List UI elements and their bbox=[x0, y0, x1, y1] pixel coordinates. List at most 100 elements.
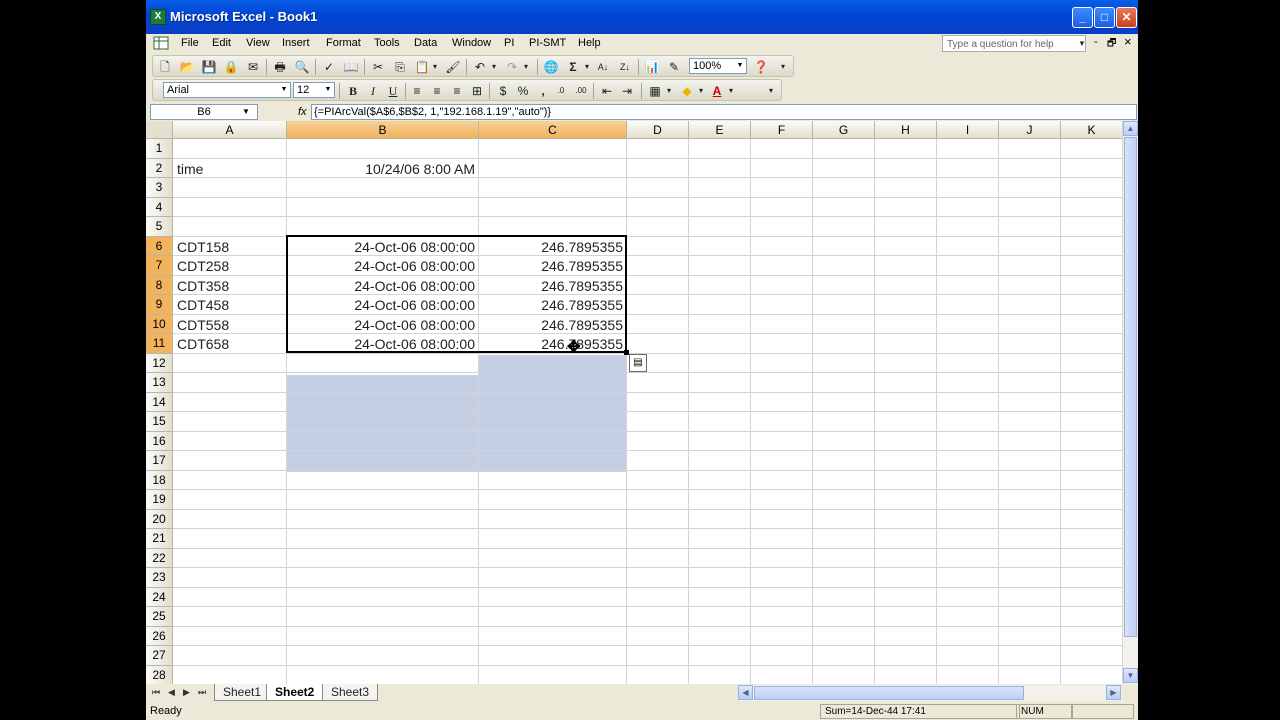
drawing-icon[interactable]: ✎ bbox=[666, 59, 682, 75]
scroll-up-icon[interactable]: ▲ bbox=[1123, 121, 1138, 136]
ask-question-input[interactable]: Type a question for help bbox=[942, 35, 1086, 52]
help-icon[interactable]: ❓ bbox=[753, 59, 769, 75]
menu-format[interactable]: Format bbox=[326, 37, 361, 49]
menu-tools[interactable]: Tools bbox=[374, 37, 400, 49]
sort-descending-icon[interactable]: Z↓ bbox=[617, 59, 633, 75]
close-button[interactable]: ✕ bbox=[1116, 7, 1137, 28]
menu-edit[interactable]: Edit bbox=[212, 37, 231, 49]
scroll-left-icon[interactable]: ◀ bbox=[738, 685, 753, 700]
cut-icon[interactable]: ✂ bbox=[370, 59, 386, 75]
increase-decimal-icon[interactable]: .0 bbox=[553, 83, 569, 99]
print-icon[interactable]: 🖶 bbox=[272, 59, 288, 75]
row-header[interactable]: 6 bbox=[146, 236, 173, 256]
row-header[interactable]: 26 bbox=[146, 626, 173, 646]
horizontal-scrollbar[interactable]: ◀ ▶ bbox=[738, 685, 1122, 701]
decrease-decimal-icon[interactable]: .00 bbox=[573, 83, 589, 99]
currency-icon[interactable]: $ bbox=[495, 83, 511, 99]
chevron-down-icon[interactable]: ▼ bbox=[242, 104, 250, 120]
menu-data[interactable]: Data bbox=[414, 37, 437, 49]
row-header[interactable]: 28 bbox=[146, 665, 173, 684]
row-header[interactable]: 3 bbox=[146, 178, 173, 198]
row-header[interactable]: 5 bbox=[146, 217, 173, 237]
row-header[interactable]: 25 bbox=[146, 607, 173, 627]
row-header[interactable]: 24 bbox=[146, 587, 173, 607]
hyperlink-icon[interactable]: 🌐 bbox=[543, 59, 559, 75]
chevron-down-icon[interactable]: ▾ bbox=[486, 59, 502, 75]
row-header[interactable]: 20 bbox=[146, 509, 173, 529]
cell-b2[interactable]: 10/24/06 8:00 AM bbox=[287, 159, 479, 178]
font-name-select[interactable]: Arial ▼ bbox=[163, 82, 291, 98]
row-header[interactable]: 18 bbox=[146, 470, 173, 490]
increase-indent-icon[interactable]: ⇥ bbox=[619, 83, 635, 99]
column-header[interactable]: C bbox=[479, 121, 627, 139]
print-preview-icon[interactable]: 🔍 bbox=[294, 59, 310, 75]
scroll-down-icon[interactable]: ▼ bbox=[1123, 668, 1138, 683]
column-header[interactable]: A bbox=[173, 121, 287, 139]
chevron-down-icon[interactable]: ▾ bbox=[579, 59, 595, 75]
copy-icon[interactable]: ⎘ bbox=[392, 59, 408, 75]
row-header[interactable]: 10 bbox=[146, 314, 173, 334]
menu-window[interactable]: Window bbox=[452, 37, 491, 49]
row-header[interactable]: 12 bbox=[146, 353, 173, 373]
tab-sheet1[interactable]: Sheet1 bbox=[214, 684, 271, 701]
menu-view[interactable]: View bbox=[246, 37, 270, 49]
percent-icon[interactable]: % bbox=[515, 83, 531, 99]
first-sheet-icon[interactable]: ⏮ bbox=[152, 687, 160, 698]
menu-help[interactable]: Help bbox=[578, 37, 601, 49]
sort-ascending-icon[interactable]: A↓ bbox=[595, 59, 611, 75]
row-header[interactable]: 22 bbox=[146, 548, 173, 568]
chevron-down-icon[interactable]: ▾ bbox=[693, 83, 709, 99]
menu-pi-smt[interactable]: PI-SMT bbox=[529, 37, 566, 49]
column-header[interactable]: G bbox=[813, 121, 875, 139]
prev-sheet-icon[interactable]: ◀ bbox=[168, 687, 175, 698]
decrease-indent-icon[interactable]: ⇤ bbox=[599, 83, 615, 99]
menu-insert[interactable]: Insert bbox=[282, 37, 310, 49]
row-header[interactable]: 7 bbox=[146, 256, 173, 276]
bold-icon[interactable]: B bbox=[345, 83, 361, 99]
format-painter-icon[interactable]: 🖌 bbox=[445, 59, 461, 75]
cell-tag[interactable]: CDT658 bbox=[173, 334, 287, 353]
research-icon[interactable]: 📖 bbox=[343, 59, 359, 75]
row-header[interactable]: 19 bbox=[146, 490, 173, 510]
cell-tag[interactable]: CDT158 bbox=[173, 237, 287, 256]
zoom-select[interactable]: 100% ▼ bbox=[689, 58, 747, 74]
align-center-icon[interactable]: ≡ bbox=[429, 83, 445, 99]
row-header[interactable]: 14 bbox=[146, 392, 173, 412]
row-header[interactable]: 4 bbox=[146, 197, 173, 217]
toolbar-options-icon[interactable]: ▾ bbox=[763, 83, 779, 99]
workbook-icon[interactable] bbox=[150, 35, 170, 51]
column-header[interactable]: H bbox=[875, 121, 937, 139]
row-header[interactable]: 11 bbox=[146, 334, 173, 354]
row-header[interactable]: 9 bbox=[146, 295, 173, 315]
row-header[interactable]: 23 bbox=[146, 568, 173, 588]
cell-tag[interactable]: CDT258 bbox=[173, 256, 287, 275]
worksheet-grid[interactable]: A B C D E F G H I J K 1 2 3 4 5 6 7 8 9 10 11 12 13 1… bbox=[146, 121, 1122, 684]
column-header[interactable]: J bbox=[999, 121, 1061, 139]
row-header[interactable]: 21 bbox=[146, 529, 173, 549]
cell-tag[interactable]: CDT558 bbox=[173, 315, 287, 334]
column-header[interactable]: D bbox=[627, 121, 689, 139]
spelling-icon[interactable]: ✓ bbox=[321, 59, 337, 75]
row-header[interactable]: 17 bbox=[146, 451, 173, 471]
column-header[interactable]: I bbox=[937, 121, 999, 139]
row-header[interactable]: 13 bbox=[146, 373, 173, 393]
autofill-options-icon[interactable]: ▤ bbox=[629, 354, 647, 372]
mdi-restore-button[interactable]: 🗗 bbox=[1107, 36, 1116, 53]
chevron-down-icon[interactable]: ▼ bbox=[1076, 35, 1088, 52]
save-icon[interactable]: 💾 bbox=[201, 59, 217, 75]
align-right-icon[interactable]: ≡ bbox=[449, 83, 465, 99]
last-sheet-icon[interactable]: ⏭ bbox=[198, 687, 206, 698]
vertical-scrollbar[interactable]: ▲ ▼ bbox=[1122, 121, 1138, 684]
chevron-down-icon[interactable]: ▾ bbox=[661, 83, 677, 99]
column-header[interactable]: F bbox=[751, 121, 813, 139]
email-icon[interactable]: ✉ bbox=[245, 59, 261, 75]
italic-icon[interactable]: I bbox=[365, 83, 381, 99]
column-header[interactable]: K bbox=[1061, 121, 1122, 139]
menu-file[interactable]: File bbox=[181, 37, 199, 49]
mdi-minimize-button[interactable]: - bbox=[1094, 36, 1098, 48]
row-header[interactable]: 8 bbox=[146, 275, 173, 295]
row-header[interactable]: 15 bbox=[146, 412, 173, 432]
menu-pi[interactable]: PI bbox=[504, 37, 514, 49]
chart-wizard-icon[interactable]: 📊 bbox=[644, 59, 660, 75]
mdi-close-button[interactable]: × bbox=[1124, 34, 1132, 49]
